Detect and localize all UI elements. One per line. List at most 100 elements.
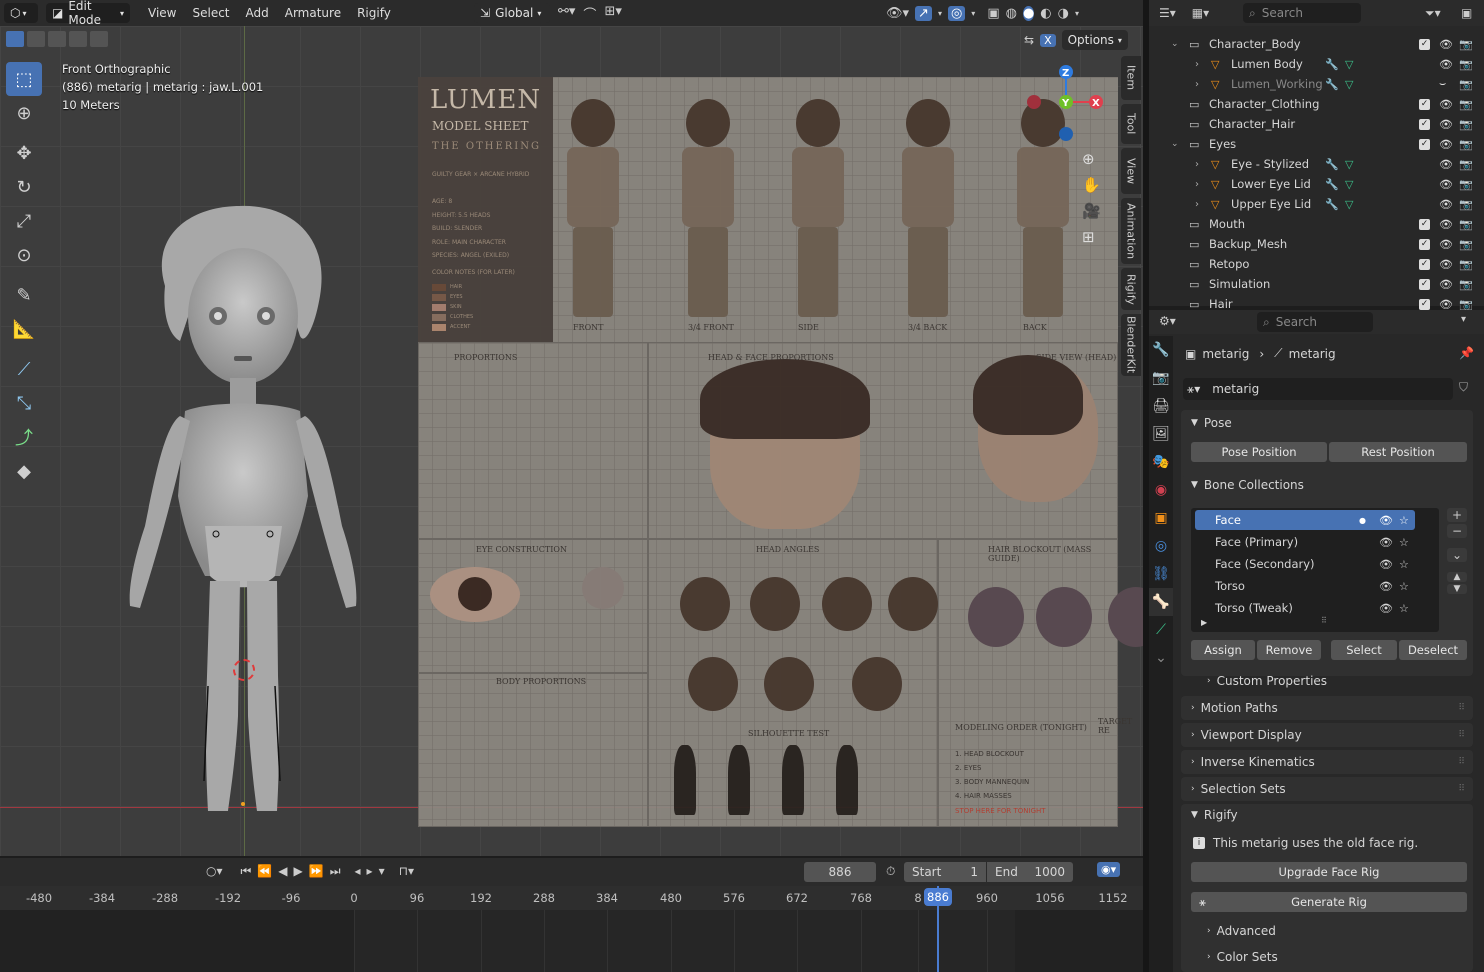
- visibility-eye-icon[interactable]: 👁: [1439, 298, 1453, 311]
- annotate-tool-icon[interactable]: ✎: [6, 278, 42, 312]
- jump-end-icon[interactable]: ⏭: [330, 864, 341, 879]
- visibility-eye-icon[interactable]: 👁: [1379, 536, 1393, 549]
- outliner-item-lower-eye-lid[interactable]: › ▽ Lower Eye Lid 🔧 ▽ 👁 📷: [1149, 174, 1484, 194]
- pan-hand-icon[interactable]: ✋: [1082, 176, 1101, 194]
- outliner-item-retopo[interactable]: ▭ Retopo ✓ 👁 📷: [1149, 254, 1484, 274]
- visibility-eye-icon[interactable]: 👁: [1439, 178, 1453, 191]
- mesh-data-icon[interactable]: ▽: [1345, 198, 1353, 211]
- zoom-icon[interactable]: ⊕: [1082, 150, 1101, 168]
- outliner-search[interactable]: ⌕ Search: [1243, 3, 1361, 23]
- drag-grip-icon[interactable]: ⠿: [1458, 703, 1465, 713]
- cursor-tool-icon[interactable]: ⊕: [6, 96, 42, 130]
- bone-size-tool-icon[interactable]: ⤡: [6, 386, 42, 420]
- properties-search[interactable]: ⌕ Search: [1257, 312, 1373, 332]
- display-mode-icon[interactable]: ▦▾: [1192, 6, 1209, 20]
- measure-tool-icon[interactable]: 📐: [6, 312, 42, 346]
- stopwatch-icon[interactable]: ⏱: [886, 864, 895, 879]
- extrude-tool-icon[interactable]: ⤴: [6, 420, 42, 454]
- scale-tool-icon[interactable]: ⤢: [6, 204, 42, 238]
- sidebar-tab-animation[interactable]: Animation: [1121, 198, 1141, 264]
- visibility-eye-icon[interactable]: 👁: [1439, 98, 1453, 111]
- modifier-wrench-icon[interactable]: 🔧: [1325, 178, 1339, 191]
- solo-star-icon[interactable]: ☆: [1399, 558, 1409, 571]
- menu-select[interactable]: Select: [184, 6, 237, 20]
- exclude-checkbox[interactable]: ✓: [1419, 278, 1430, 290]
- render-camera-icon[interactable]: 📷: [1459, 158, 1473, 171]
- filter-icon[interactable]: ⏷▾: [1425, 6, 1441, 21]
- render-camera-icon[interactable]: 📷: [1459, 178, 1473, 191]
- sidebar-tab-rigify[interactable]: Rigify: [1121, 268, 1141, 310]
- exclude-checkbox[interactable]: ✓: [1419, 118, 1430, 130]
- end-frame-field[interactable]: End 1000: [987, 862, 1073, 882]
- 3d-viewport[interactable]: ⬚ ⊕ ✥ ↻ ⤢ ⊙ ✎ 📐 ⟋ ⤡ ⤴ ◆ Front Orthograph…: [0, 26, 1143, 856]
- exclude-checkbox[interactable]: ✓: [1419, 238, 1430, 250]
- ortho-grid-icon[interactable]: ⊞: [1082, 228, 1101, 246]
- editor-type-button[interactable]: ⬡ ▾: [4, 3, 38, 23]
- mirror-icon[interactable]: ⇆: [1024, 33, 1034, 47]
- remove-icon[interactable]: −: [1447, 524, 1467, 538]
- outliner-item-lumen-body[interactable]: › ▽ Lumen Body 🔧 ▽ 👁 📷: [1149, 54, 1484, 74]
- move-down-icon[interactable]: ▼: [1447, 584, 1467, 594]
- options-dropdown[interactable]: Options ▾: [1061, 30, 1128, 50]
- transform-orientation-dropdown[interactable]: ⇲ Global ▾: [474, 3, 550, 23]
- outliner-item-character-body[interactable]: ⌄ ▭ Character_Body ✓ 👁 📷: [1149, 34, 1484, 54]
- drag-grip-icon[interactable]: ⠿: [1458, 730, 1465, 740]
- new-collection-icon[interactable]: ▣: [1461, 6, 1472, 20]
- render-camera-icon[interactable]: 📷: [1459, 98, 1473, 111]
- add-icon[interactable]: +: [1447, 508, 1467, 522]
- snap-magnet-icon[interactable]: ⌒: [583, 4, 596, 23]
- timeline-area[interactable]: -480 -384 -288 -192 -96 0 96 192 288 384 480 576 672…: [0, 886, 1143, 972]
- view-layer-tab-icon[interactable]: 🖼: [1149, 420, 1173, 448]
- mirror-x-toggle[interactable]: X: [1040, 33, 1056, 47]
- character-mesh[interactable]: [110, 196, 380, 816]
- envelope-tool-icon[interactable]: ◆: [6, 454, 42, 488]
- mesh-data-icon[interactable]: ▽: [1345, 78, 1353, 91]
- outliner-item-lumen-working[interactable]: › ▽ Lumen_Working 🔧 ▽ ⌣ 📷: [1149, 74, 1484, 94]
- visibility-eye-icon[interactable]: 👁: [1379, 558, 1393, 571]
- color-sets-header[interactable]: › Color Sets: [1207, 950, 1278, 964]
- navigation-gizmo[interactable]: Z Y X: [1020, 62, 1120, 152]
- render-camera-icon[interactable]: 📷: [1459, 138, 1473, 151]
- render-camera-icon[interactable]: 📷: [1459, 238, 1473, 251]
- visibility-eye-icon[interactable]: 👁: [1379, 580, 1393, 593]
- snap-target-icon[interactable]: ⊞▾: [604, 4, 621, 23]
- auto-keying-icon[interactable]: ⊓▾: [399, 864, 414, 879]
- exclude-checkbox[interactable]: ✓: [1419, 38, 1430, 50]
- mesh-data-icon[interactable]: ▽: [1345, 58, 1353, 71]
- outliner[interactable]: ☰▾ ▦▾ ⌕ Search ⏷▾ ▣ ⌄ ▭ Character_Body ✓ 👁 📷 ›…: [1149, 0, 1484, 311]
- select-extend-icon[interactable]: [27, 31, 45, 47]
- visibility-icon[interactable]: 👁▾: [886, 6, 909, 21]
- chevron-down-icon[interactable]: ▾: [1461, 314, 1466, 325]
- exclude-checkbox[interactable]: ✓: [1419, 258, 1430, 270]
- pose-position-button[interactable]: Pose Position: [1191, 442, 1327, 462]
- outliner-item-backup-mesh[interactable]: ▭ Backup_Mesh ✓ 👁 📷: [1149, 234, 1484, 254]
- visibility-eye-icon[interactable]: ⌣: [1439, 77, 1446, 91]
- outliner-item-character-hair[interactable]: ▭ Character_Hair ✓ 👁 📷: [1149, 114, 1484, 134]
- pin-icon[interactable]: 📌: [1459, 346, 1474, 360]
- pose-section-header[interactable]: ▼ Pose: [1191, 416, 1232, 430]
- armature-data-icon[interactable]: ⚹▾: [1187, 382, 1200, 397]
- move-up-icon[interactable]: ▲: [1447, 572, 1467, 582]
- keying-icon[interactable]: ○▾: [206, 864, 223, 879]
- fake-user-shield-icon[interactable]: ⛉: [1459, 380, 1468, 395]
- modifier-wrench-icon[interactable]: 🔧: [1325, 78, 1339, 91]
- rendered-shading-icon[interactable]: ◑: [1058, 6, 1069, 21]
- jump-key-back-icon[interactable]: ⏪: [257, 864, 272, 879]
- menu-add[interactable]: Add: [238, 6, 277, 20]
- outliner-item-eyes[interactable]: ⌄ ▭ Eyes ✓ 👁 📷: [1149, 134, 1484, 154]
- sidebar-tab-view[interactable]: View: [1121, 148, 1141, 194]
- custom-properties-header[interactable]: › Custom Properties: [1207, 674, 1327, 688]
- render-camera-icon[interactable]: 📷: [1459, 198, 1473, 211]
- rigify-section-header[interactable]: ▼ Rigify: [1191, 808, 1238, 822]
- move-tool-icon[interactable]: ✥: [6, 136, 42, 170]
- visibility-eye-icon[interactable]: 👁: [1439, 138, 1453, 151]
- expand-arrow-icon[interactable]: ⌄: [1171, 39, 1179, 49]
- outliner-item-mouth[interactable]: ▭ Mouth ✓ 👁 📷: [1149, 214, 1484, 234]
- drag-grip-icon[interactable]: ⠿: [1458, 757, 1465, 767]
- properties-editor-icon[interactable]: ⚙▾: [1159, 314, 1176, 328]
- xray-icon[interactable]: ▣: [987, 6, 999, 21]
- visibility-eye-icon[interactable]: 👁: [1439, 238, 1453, 251]
- armature-data-field[interactable]: ⚹▾ metarig: [1183, 378, 1453, 400]
- assign-button[interactable]: Assign: [1191, 640, 1255, 660]
- prev-frame-icon[interactable]: ◂: [355, 864, 361, 879]
